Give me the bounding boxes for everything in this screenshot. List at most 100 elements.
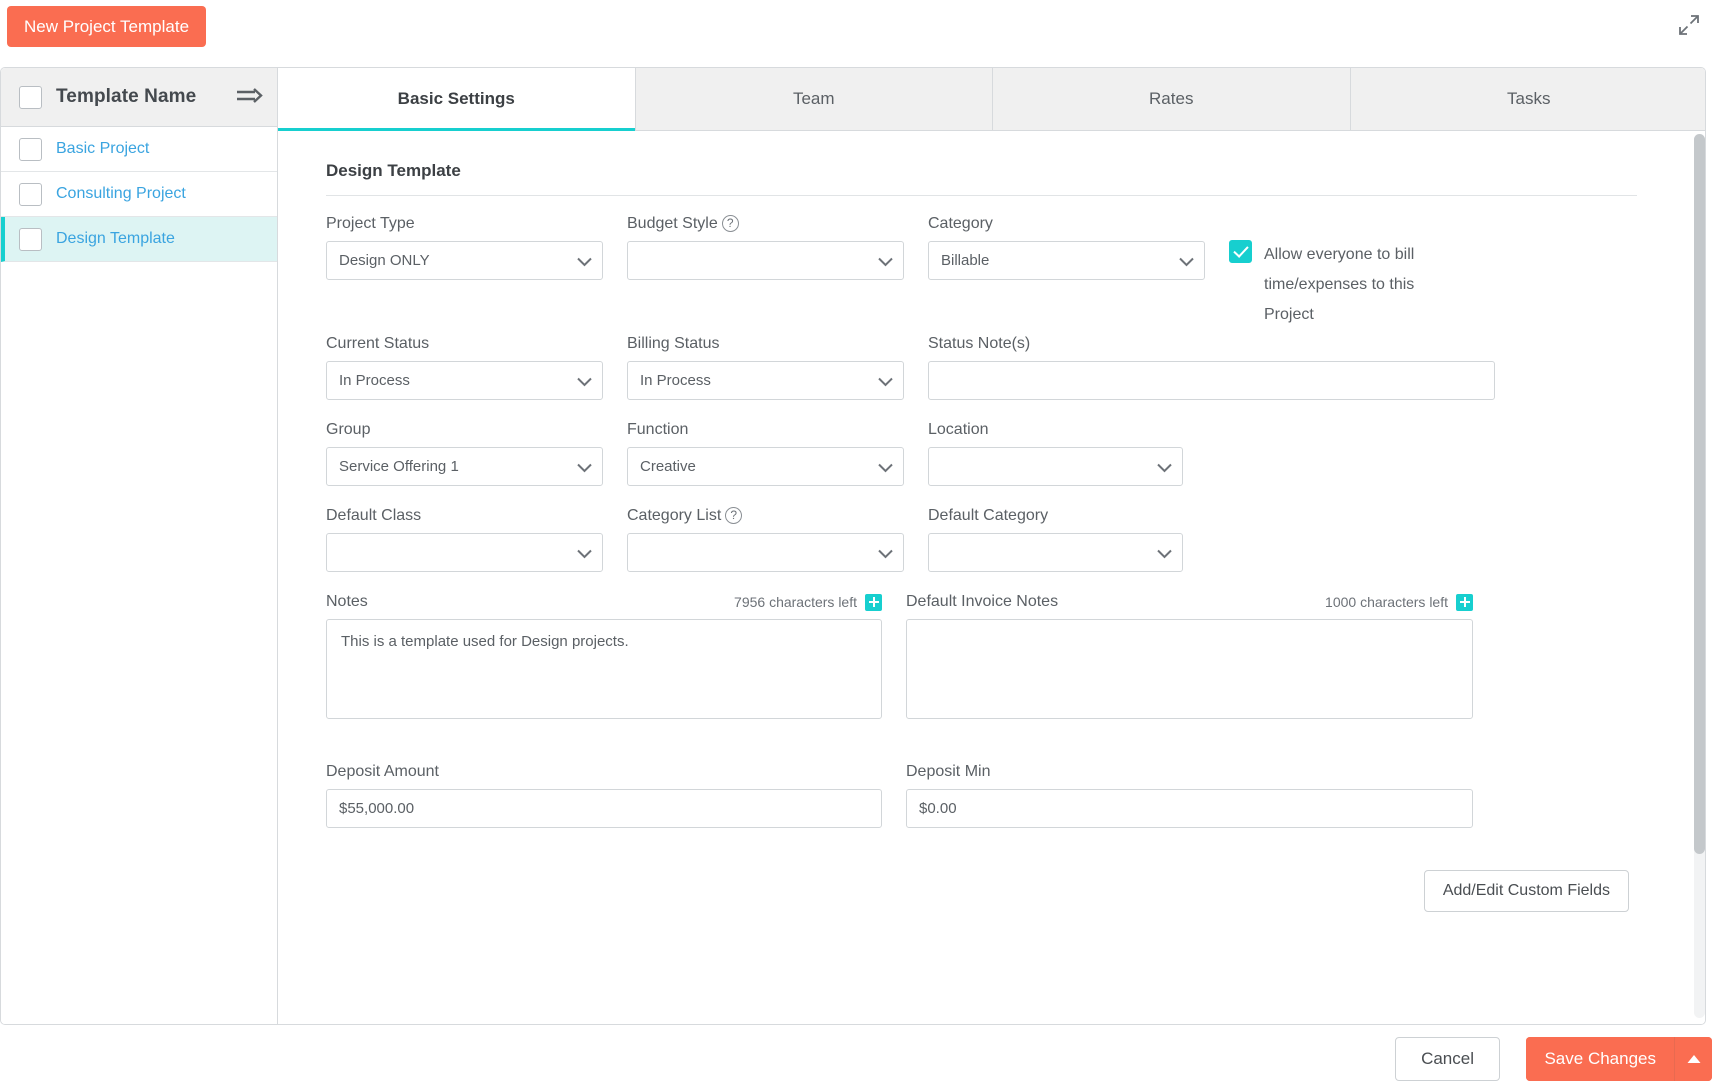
save-changes-button[interactable]: Save Changes (1526, 1037, 1674, 1081)
field-label: Budget Style? (627, 214, 904, 234)
tab-tasks[interactable]: Tasks (1350, 68, 1705, 130)
tab-bar: Basic Settings Team Rates Tasks (278, 68, 1705, 131)
field-deposit-amount: Deposit Amount $55,000.00 (326, 762, 882, 828)
field-label: Category (928, 215, 993, 232)
field-deposit-min: Deposit Min $0.00 (906, 762, 1473, 828)
billing-status-select[interactable]: In Process (627, 361, 904, 400)
field-group: Group Service Offering 1 (326, 420, 603, 486)
default-category-select-wrap[interactable] (928, 533, 1183, 572)
tab-team[interactable]: Team (635, 68, 993, 130)
help-icon[interactable]: ? (721, 215, 739, 232)
section-title: Design Template (326, 161, 1637, 196)
category-list-select[interactable] (627, 533, 904, 572)
top-bar: New Project Template (0, 0, 1720, 55)
field-label: Status Note(s) (928, 335, 1031, 352)
field-category: Category Billable (928, 214, 1205, 314)
project-type-select-wrap[interactable]: Design ONLY (326, 241, 603, 280)
location-select-wrap[interactable] (928, 447, 1183, 486)
field-label: Location (928, 421, 989, 438)
expand-arrows-icon[interactable] (1676, 12, 1702, 38)
notes-textarea[interactable] (326, 619, 882, 719)
sidebar-item-label: Consulting Project (56, 185, 186, 202)
field-label: Project Type (326, 215, 415, 232)
default-class-select-wrap[interactable] (326, 533, 603, 572)
default-invoice-notes-textarea[interactable] (906, 619, 1473, 719)
cancel-button[interactable]: Cancel (1395, 1037, 1500, 1081)
row-checkbox[interactable] (19, 227, 42, 251)
main-shell: Template Name Basic Project Consulting P… (0, 67, 1706, 1025)
form-body: Design Template Project Type Design ONLY (278, 131, 1705, 962)
budget-style-select[interactable] (627, 241, 904, 280)
tab-rates[interactable]: Rates (993, 68, 1351, 130)
notes-chars-left-wrap: 7956 characters left (734, 593, 882, 611)
group-select[interactable]: Service Offering 1 (326, 447, 603, 486)
field-status-notes: Status Note(s) (928, 334, 1495, 400)
help-icon[interactable]: ? (725, 507, 743, 524)
field-function: Function Creative (627, 420, 904, 486)
deposit-amount-input[interactable]: $55,000.00 (326, 789, 882, 828)
location-select[interactable] (928, 447, 1183, 486)
field-default-invoice-notes: Default Invoice Notes 1000 characters le… (906, 592, 1473, 724)
field-label: Current Status (326, 335, 430, 352)
current-status-select-wrap[interactable]: In Process (326, 361, 603, 400)
field-allow-everyone-bill: Allow everyone to bill time/expenses to … (1229, 240, 1499, 330)
allow-bill-checkbox[interactable] (1229, 240, 1252, 263)
field-category-list: Category List? (627, 506, 904, 572)
field-label: Default Class (326, 507, 422, 524)
field-default-class: Default Class (326, 506, 603, 572)
category-list-select-wrap[interactable] (627, 533, 904, 572)
current-status-select[interactable]: In Process (326, 361, 603, 400)
status-notes-input[interactable] (928, 361, 1495, 400)
caret-up-icon[interactable] (1674, 1037, 1712, 1081)
scrollbar-thumb[interactable] (1694, 134, 1705, 854)
default-class-select[interactable] (326, 533, 603, 572)
invoice-notes-expand-plus-icon[interactable] (1456, 593, 1473, 611)
function-select[interactable]: Creative (627, 447, 904, 486)
tab-label: Basic Settings (397, 89, 515, 108)
field-label: Billing Status (627, 335, 720, 352)
add-edit-custom-fields-button[interactable]: Add/Edit Custom Fields (1423, 870, 1629, 912)
deposit-min-input[interactable]: $0.00 (906, 789, 1473, 828)
function-select-wrap[interactable]: Creative (627, 447, 904, 486)
form-row-1: Project Type Design ONLY Budget Style? C… (326, 214, 1637, 330)
tab-label: Rates (1149, 89, 1194, 108)
tab-label: Tasks (1507, 89, 1551, 108)
panel-scrollbar[interactable] (1694, 134, 1705, 1018)
field-budget-style: Budget Style? (627, 214, 904, 314)
field-billing-status: Billing Status In Process (627, 334, 904, 400)
group-select-wrap[interactable]: Service Offering 1 (326, 447, 603, 486)
category-select-wrap[interactable]: Billable (928, 241, 1205, 280)
field-label: Deposit Min (906, 763, 991, 780)
field-label: Function (627, 421, 689, 438)
form-row-3: Group Service Offering 1 Function Creati… (326, 420, 1637, 502)
collapse-list-icon[interactable] (235, 86, 265, 108)
field-default-category: Default Category (928, 506, 1183, 572)
default-category-select[interactable] (928, 533, 1183, 572)
budget-style-select-wrap[interactable] (627, 241, 904, 280)
field-notes: Notes 7956 characters left (326, 592, 882, 724)
select-all-checkbox[interactable] (19, 85, 42, 109)
app-root: New Project Template Template Name Basic… (0, 0, 1720, 1088)
new-project-template-button[interactable]: New Project Template (7, 6, 207, 47)
notes-expand-plus-icon[interactable] (865, 593, 882, 611)
category-select[interactable]: Billable (928, 241, 1205, 280)
invoice-notes-chars-left: 1000 characters left (1325, 594, 1448, 610)
field-label: Default Category (928, 507, 1049, 524)
project-type-select[interactable]: Design ONLY (326, 241, 603, 280)
notes-chars-left: 7956 characters left (734, 594, 857, 610)
sidebar-header-title: Template Name (56, 86, 197, 107)
settings-panel: Basic Settings Team Rates Tasks Design T… (278, 68, 1705, 1024)
sidebar-header: Template Name (1, 68, 277, 127)
tab-basic-settings[interactable]: Basic Settings (278, 68, 636, 131)
form-row-deposits: Deposit Amount $55,000.00 Deposit Min $0… (326, 762, 1637, 844)
field-label: Group (326, 421, 371, 438)
billing-status-select-wrap[interactable]: In Process (627, 361, 904, 400)
row-checkbox[interactable] (19, 137, 42, 161)
footer-bar: Cancel Save Changes (0, 1031, 1720, 1088)
sidebar-item-consulting-project[interactable]: Consulting Project (1, 172, 277, 217)
row-checkbox[interactable] (19, 182, 42, 206)
invoice-notes-chars-left-wrap: 1000 characters left (1325, 593, 1473, 611)
sidebar-item-basic-project[interactable]: Basic Project (1, 127, 277, 172)
field-label: Category List? (627, 506, 904, 526)
sidebar-item-design-template[interactable]: Design Template (1, 217, 277, 262)
